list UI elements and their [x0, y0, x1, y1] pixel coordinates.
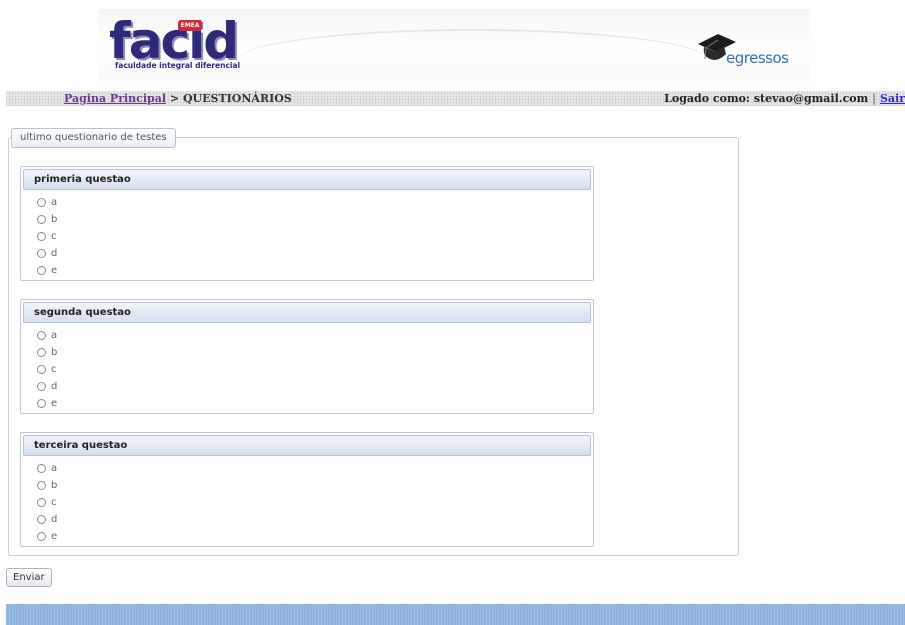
option-item[interactable]: a: [37, 327, 593, 344]
option-item[interactable]: d: [37, 378, 593, 395]
question-box-2: segunda questao a b c d e: [20, 299, 594, 414]
question-box-3: terceira questao a b c d e: [20, 432, 594, 547]
option-item[interactable]: c: [37, 228, 593, 245]
option-item[interactable]: d: [37, 245, 593, 262]
radio-button[interactable]: [37, 348, 46, 357]
option-item[interactable]: e: [37, 262, 593, 279]
option-label: e: [51, 398, 58, 409]
radio-button[interactable]: [37, 365, 46, 374]
option-list: a b c d e: [21, 460, 593, 545]
radio-button[interactable]: [37, 481, 46, 490]
question-title: terceira questao: [23, 435, 591, 456]
option-item[interactable]: a: [37, 194, 593, 211]
radio-button[interactable]: [37, 515, 46, 524]
option-label: a: [51, 463, 58, 474]
option-item[interactable]: c: [37, 494, 593, 511]
navigation-bar: Pagina Principal > QUESTIONÁRIOS Logado …: [6, 91, 905, 106]
radio-button[interactable]: [37, 399, 46, 408]
radio-button[interactable]: [37, 331, 46, 340]
option-label: d: [51, 248, 58, 259]
breadcrumb-current: QUESTIONÁRIOS: [182, 92, 292, 105]
radio-button[interactable]: [37, 464, 46, 473]
option-label: e: [51, 265, 58, 276]
radio-button[interactable]: [37, 198, 46, 207]
facid-logo-tagline: faculdade integral diferencial: [115, 61, 241, 70]
breadcrumb-home-link[interactable]: Pagina Principal: [64, 92, 166, 105]
option-label: c: [51, 497, 57, 508]
option-list: a b c d e: [21, 194, 593, 279]
option-item[interactable]: e: [37, 528, 593, 545]
option-label: b: [51, 480, 58, 491]
radio-button[interactable]: [37, 232, 46, 241]
question-box-1: primeria questao a b c d e: [20, 166, 594, 281]
radio-button[interactable]: [37, 382, 46, 391]
option-label: a: [51, 197, 58, 208]
option-item[interactable]: e: [37, 395, 593, 412]
radio-button[interactable]: [37, 215, 46, 224]
option-list: a b c d e: [21, 327, 593, 412]
questionnaire-legend: ultimo questionario de testes: [11, 128, 176, 148]
radio-button[interactable]: [37, 532, 46, 541]
logged-as-text: Logado como: stevao@gmail.com: [664, 92, 869, 105]
radio-button[interactable]: [37, 266, 46, 275]
option-label: b: [51, 347, 58, 358]
logout-link[interactable]: Sair: [880, 92, 905, 105]
option-item[interactable]: d: [37, 511, 593, 528]
option-label: e: [51, 531, 58, 542]
radio-button[interactable]: [37, 249, 46, 258]
option-item[interactable]: a: [37, 460, 593, 477]
breadcrumb: Pagina Principal > QUESTIONÁRIOS: [64, 91, 292, 106]
facid-logo: facid EMEA faculdade integral diferencia…: [107, 12, 252, 81]
breadcrumb-separator: >: [166, 92, 183, 105]
option-label: c: [51, 231, 57, 242]
option-label: d: [51, 514, 58, 525]
login-separator: |: [868, 92, 880, 105]
egressos-logo-word: egressos: [726, 49, 789, 67]
option-label: b: [51, 214, 58, 225]
egressos-logo: egressos: [690, 28, 810, 83]
option-item[interactable]: b: [37, 211, 593, 228]
option-label: a: [51, 330, 58, 341]
facid-logo-badge: EMEA: [178, 20, 202, 31]
option-item[interactable]: c: [37, 361, 593, 378]
option-item[interactable]: b: [37, 344, 593, 361]
option-label: c: [51, 364, 57, 375]
question-title: segunda questao: [23, 302, 591, 323]
option-label: d: [51, 381, 58, 392]
radio-button[interactable]: [37, 498, 46, 507]
banner-swoosh: [238, 29, 708, 91]
login-status: Logado como: stevao@gmail.com | Sair: [664, 91, 905, 106]
submit-button[interactable]: Enviar: [6, 568, 52, 587]
question-title: primeria questao: [23, 169, 591, 190]
option-item[interactable]: b: [37, 477, 593, 494]
footer-bar: [6, 604, 905, 625]
